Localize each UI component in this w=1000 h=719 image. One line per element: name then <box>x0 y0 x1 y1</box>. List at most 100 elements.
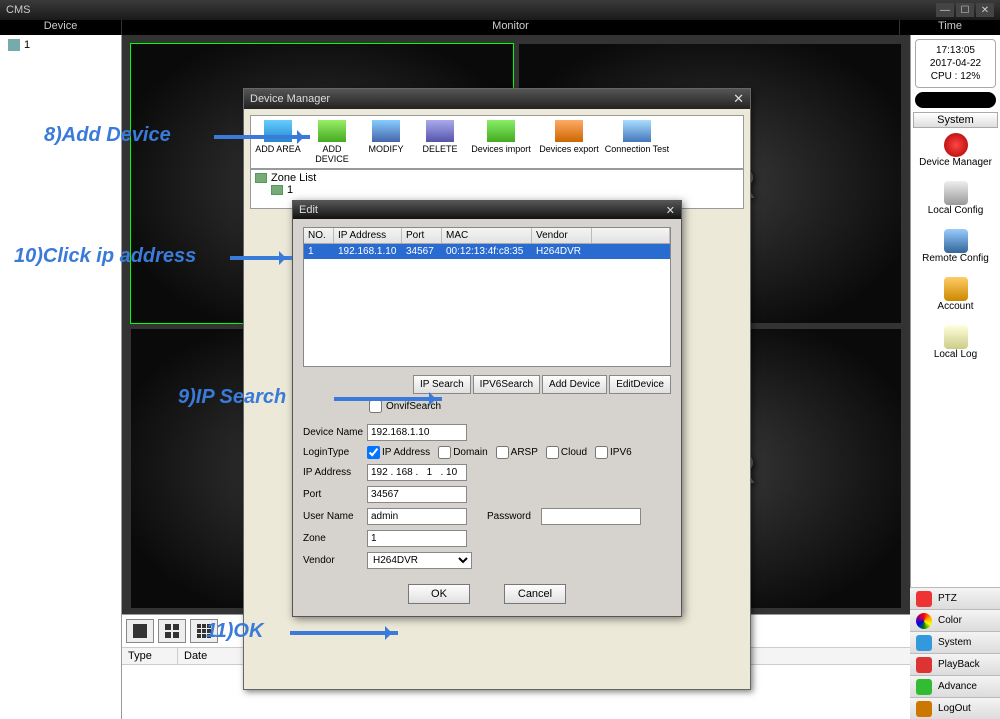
login-ip-checkbox[interactable] <box>367 446 380 459</box>
device-tree-root[interactable]: 1 <box>0 35 121 55</box>
tab-advance[interactable]: Advance <box>910 675 1000 697</box>
edit-dialog-close-icon[interactable]: ✕ <box>666 204 675 217</box>
annotation-11-arrow <box>290 631 398 635</box>
tab-playback[interactable]: PlayBack <box>910 653 1000 675</box>
edit-device-dialog: Edit ✕ NO. IP Address Port MAC Vendor 1 … <box>292 200 682 617</box>
device-manager-toolbar: ADD AREA ADD DEVICE MODIFY DELETE Device… <box>250 115 744 169</box>
status-band <box>915 92 996 108</box>
advance-icon <box>916 679 932 695</box>
device-manager-icon <box>944 133 968 157</box>
window-close-button[interactable]: ✕ <box>976 3 994 17</box>
devices-export-button[interactable]: Devices export <box>535 120 603 164</box>
ip-table-row-selected[interactable]: 1 192.168.1.10 34567 00:12:13:4f:c8:35 H… <box>304 244 670 259</box>
device-name-label: Device Name <box>303 427 367 438</box>
remote-config-button[interactable]: Remote Config <box>911 224 1000 272</box>
col-mac[interactable]: MAC <box>442 228 532 243</box>
login-type-label: LoginType <box>303 447 367 458</box>
user-icon <box>944 277 968 301</box>
ip-address-input[interactable] <box>367 464 467 481</box>
login-ipv6-checkbox[interactable] <box>595 446 608 459</box>
clock-time: 17:13:05 <box>920 44 991 57</box>
import-icon <box>487 120 515 142</box>
tab-color[interactable]: Color <box>910 609 1000 631</box>
col-port[interactable]: Port <box>402 228 442 243</box>
cell-no: 1 <box>304 244 334 259</box>
tab-system[interactable]: System <box>910 631 1000 653</box>
edit-dialog-title: Edit <box>299 204 318 216</box>
system-section-header: System <box>913 112 998 128</box>
log-col-type: Type <box>122 648 178 664</box>
zone-list-item[interactable]: 1 <box>255 184 739 196</box>
delete-button[interactable]: DELETE <box>413 120 467 164</box>
device-manager-label: Device Manager <box>911 157 1000 168</box>
devices-import-button[interactable]: Devices import <box>467 120 535 164</box>
cell-mac: 00:12:13:4f:c8:35 <box>442 244 532 259</box>
zone-input[interactable] <box>367 530 467 547</box>
zone-label: Zone <box>303 533 367 544</box>
annotation-10-arrow <box>230 256 292 260</box>
cell-vendor: H264DVR <box>532 244 592 259</box>
login-domain-checkbox[interactable] <box>438 446 451 459</box>
cell-ip: 192.168.1.10 <box>334 244 402 259</box>
onvif-search-checkbox[interactable] <box>369 400 382 413</box>
col-vendor[interactable]: Vendor <box>532 228 592 243</box>
log-icon <box>944 325 968 349</box>
header-monitor: Monitor <box>122 20 900 35</box>
header-time: Time <box>900 20 1000 35</box>
tab-ptz[interactable]: PTZ <box>910 587 1000 609</box>
ip-address-label: IP Address <box>303 467 367 478</box>
device-manager-button[interactable]: Device Manager <box>911 128 1000 176</box>
account-label: Account <box>911 301 1000 312</box>
delete-icon <box>426 120 454 142</box>
zone-list-root[interactable]: Zone List <box>255 172 739 184</box>
account-button[interactable]: Account <box>911 272 1000 320</box>
vendor-label: Vendor <box>303 555 367 566</box>
ptz-icon <box>916 591 932 607</box>
local-log-button[interactable]: Local Log <box>911 320 1000 368</box>
login-cloud-checkbox[interactable] <box>546 446 559 459</box>
device-manager-close-icon[interactable]: ✕ <box>733 91 744 107</box>
local-config-button[interactable]: Local Config <box>911 176 1000 224</box>
ip-table-header: NO. IP Address Port MAC Vendor <box>304 228 670 244</box>
device-name-input[interactable] <box>367 424 467 441</box>
edit-device-button[interactable]: EditDevice <box>609 375 671 394</box>
col-ip[interactable]: IP Address <box>334 228 402 243</box>
port-label: Port <box>303 489 367 500</box>
add-device-sub-button[interactable]: Add Device <box>542 375 607 394</box>
ipv6-search-button[interactable]: IPV6Search <box>473 375 540 394</box>
connection-test-button[interactable]: Connection Test <box>603 120 671 164</box>
tab-logout[interactable]: LogOut <box>910 697 1000 719</box>
window-minimize-button[interactable]: — <box>936 3 954 17</box>
device-tree-root-label: 1 <box>24 39 30 51</box>
clock-panel: 17:13:05 2017-04-22 CPU : 12% <box>915 39 996 88</box>
layout-2x2-button[interactable] <box>158 619 186 643</box>
column-headers: Device Monitor Time <box>0 20 1000 35</box>
folder-icon <box>271 185 283 195</box>
password-input[interactable] <box>541 508 641 525</box>
system-icon <box>916 635 932 651</box>
layout-3x3-button[interactable] <box>190 619 218 643</box>
password-label: Password <box>487 511 541 522</box>
clock-date: 2017-04-22 <box>920 57 991 70</box>
playback-icon <box>916 657 932 673</box>
local-config-label: Local Config <box>911 205 1000 216</box>
user-name-input[interactable] <box>367 508 467 525</box>
login-arsp-checkbox[interactable] <box>496 446 509 459</box>
add-device-icon <box>318 120 346 142</box>
cancel-button[interactable]: Cancel <box>504 584 566 604</box>
ok-button[interactable]: OK <box>408 584 470 604</box>
modify-button[interactable]: MODIFY <box>359 120 413 164</box>
color-icon <box>916 613 932 629</box>
add-device-button[interactable]: ADD DEVICE <box>305 120 359 164</box>
export-icon <box>555 120 583 142</box>
ip-search-results-table: NO. IP Address Port MAC Vendor 1 192.168… <box>303 227 671 367</box>
vendor-select[interactable]: H264DVR <box>367 552 472 569</box>
layout-1x1-button[interactable] <box>126 619 154 643</box>
remote-config-icon <box>944 229 968 253</box>
folder-icon <box>8 39 20 51</box>
device-manager-titlebar[interactable]: Device Manager ✕ <box>244 89 750 109</box>
port-input[interactable] <box>367 486 467 503</box>
col-no[interactable]: NO. <box>304 228 334 243</box>
edit-dialog-titlebar[interactable]: Edit ✕ <box>293 201 681 219</box>
window-maximize-button[interactable]: ☐ <box>956 3 974 17</box>
